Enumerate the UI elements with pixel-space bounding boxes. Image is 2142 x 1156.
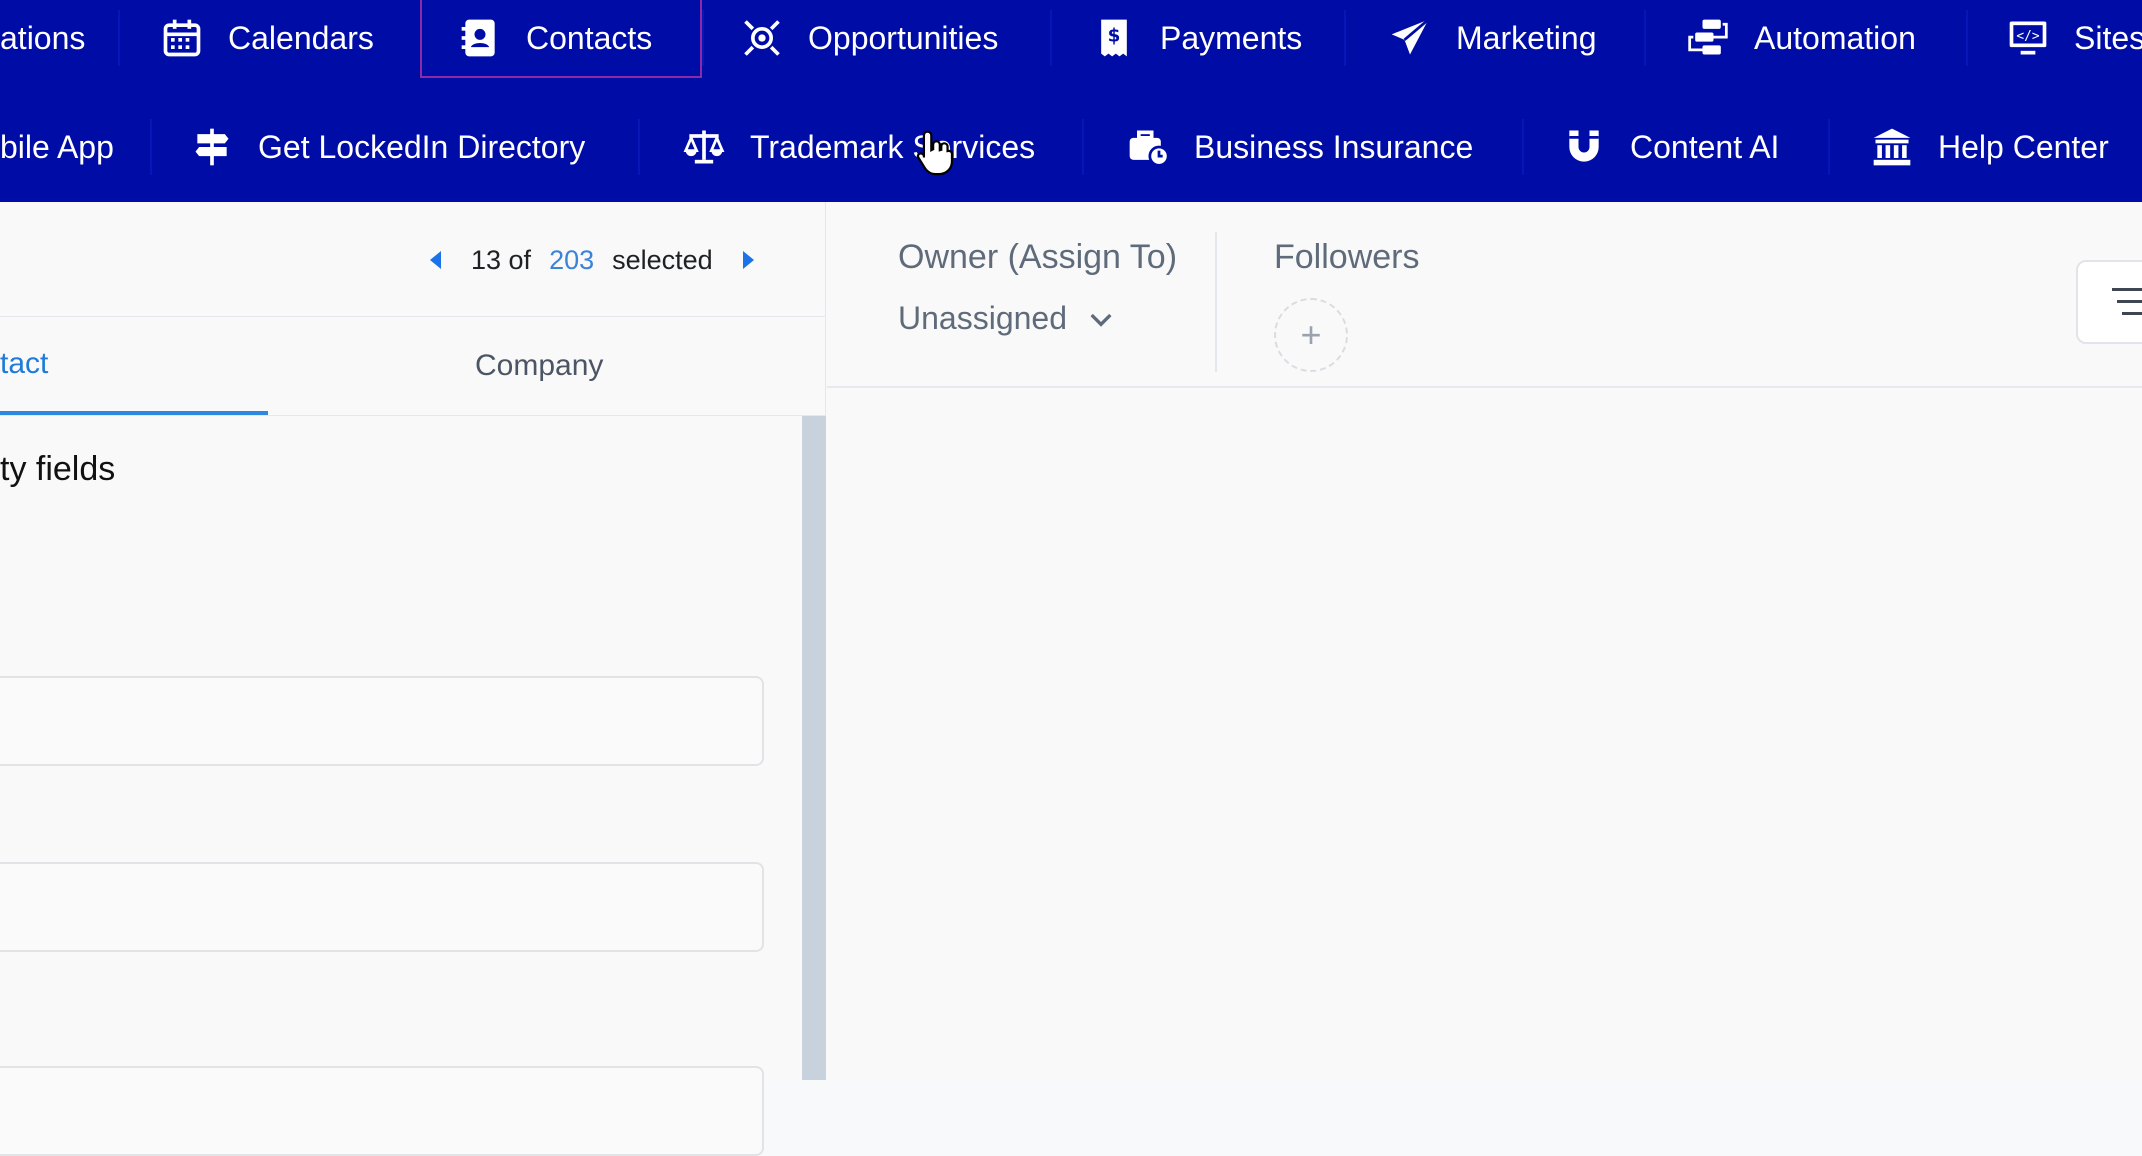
chevron-down-icon (1090, 313, 1112, 327)
nav-item-calendars[interactable]: Calendars (158, 0, 374, 88)
scales-icon (680, 123, 728, 171)
nav-item-payments[interactable]: $ Payments (1090, 0, 1302, 88)
owner-label: Owner (Assign To) (898, 238, 1178, 276)
nav-item-label: Business Insurance (1194, 128, 1474, 165)
tab-contact-label: tact (0, 347, 49, 380)
svg-text:</>: </> (2016, 29, 2039, 44)
tab-contact[interactable]: tact (0, 317, 268, 415)
followers-label: Followers (1274, 238, 1420, 276)
nav-item-sites[interactable]: </> Sites (2004, 0, 2142, 88)
nav-item-lockedin-directory[interactable]: Get LockedIn Directory (188, 97, 585, 197)
nav-item-business-insurance[interactable]: Business Insurance (1124, 97, 1473, 197)
svg-text:$: $ (1108, 26, 1121, 47)
pager-suffix: selected (612, 244, 713, 275)
nav-divider (1344, 10, 1346, 66)
nav-item-label: bile App (0, 128, 114, 165)
nav-divider (638, 119, 640, 175)
nav-row-secondary: bile App Get LockedIn Directory Trademar… (0, 97, 2142, 197)
nav-divider (118, 10, 120, 66)
detail-tabs: tact Company (0, 316, 826, 416)
header-divider (827, 386, 2142, 388)
next-record-arrow-icon[interactable] (742, 251, 754, 269)
code-monitor-icon: </> (2004, 14, 2052, 62)
hand-cursor-icon (916, 130, 954, 176)
record-pager: 13 of 203 selected (430, 240, 754, 280)
signpost-icon (188, 123, 236, 171)
filter-button[interactable] (2076, 260, 2142, 344)
nav-item-label: Payments (1160, 19, 1303, 56)
nav-item-label: Contacts (526, 19, 653, 56)
plus-icon: + (1300, 314, 1322, 355)
nav-divider (702, 10, 704, 66)
nav-item-label: Automation (1754, 19, 1916, 56)
nav-item-label: Opportunities (808, 19, 999, 56)
bank-icon (1868, 123, 1916, 171)
nav-item-mobile-app[interactable]: bile App (0, 97, 114, 197)
text-field[interactable] (0, 862, 764, 952)
nav-divider (1050, 10, 1052, 66)
calendar-icon (158, 14, 206, 62)
briefcase-clock-icon (1124, 123, 1172, 171)
nav-item-label: Calendars (228, 19, 374, 56)
nav-item-label: Get LockedIn Directory (258, 128, 586, 165)
nav-divider (1522, 119, 1524, 175)
nav-item-help-center[interactable]: Help Center (1868, 97, 2109, 197)
nav-item-contacts[interactable]: Contacts (456, 0, 652, 88)
add-follower-button[interactable]: + (1274, 298, 1348, 372)
nav-item-label: ations (0, 19, 86, 56)
top-navigation: ations Calendars Contacts Opportunities (0, 0, 2142, 202)
nav-item-label: Trademark Services (750, 128, 1036, 165)
panel-scrollbar[interactable] (802, 416, 826, 1080)
pager-total[interactable]: 203 (549, 245, 594, 276)
nav-item-conversations[interactable]: ations (0, 0, 85, 88)
nav-item-marketing[interactable]: Marketing (1386, 0, 1597, 88)
pager-current: 13 of (471, 244, 532, 275)
nav-divider (1966, 10, 1968, 66)
nav-item-label: Marketing (1456, 19, 1597, 56)
previous-record-arrow-icon[interactable] (430, 251, 441, 269)
nav-item-label: Sites (2074, 19, 2142, 56)
vertical-divider (1215, 232, 1217, 372)
nav-item-label: Content AI (1630, 128, 1780, 165)
paper-plane-icon (1386, 14, 1434, 62)
nav-divider (150, 119, 152, 175)
contact-book-icon (456, 14, 504, 62)
nav-divider (1828, 119, 1830, 175)
owner-dropdown[interactable]: Unassigned (898, 300, 1117, 337)
nav-divider (1644, 10, 1646, 66)
filter-icon (2112, 288, 2142, 324)
receipt-icon: $ (1090, 14, 1138, 62)
section-title: ty fields (0, 450, 116, 488)
target-icon (738, 14, 786, 62)
nav-item-trademark-services[interactable]: Trademark Services (680, 97, 1035, 197)
nav-item-content-ai[interactable]: Content AI (1560, 97, 1779, 197)
text-field[interactable] (0, 676, 764, 766)
owner-value: Unassigned (898, 300, 1067, 336)
tab-company-label: Company (475, 349, 604, 382)
nav-row-primary: ations Calendars Contacts Opportunities (0, 0, 2142, 88)
nav-item-opportunities[interactable]: Opportunities (738, 0, 998, 88)
nav-item-automation[interactable]: Automation (1684, 0, 1916, 88)
magnet-icon (1560, 123, 1608, 171)
nav-item-label: Help Center (1938, 128, 2109, 165)
nav-divider (1082, 119, 1084, 175)
workflow-icon (1684, 14, 1732, 62)
tab-company[interactable]: Company (475, 317, 603, 415)
